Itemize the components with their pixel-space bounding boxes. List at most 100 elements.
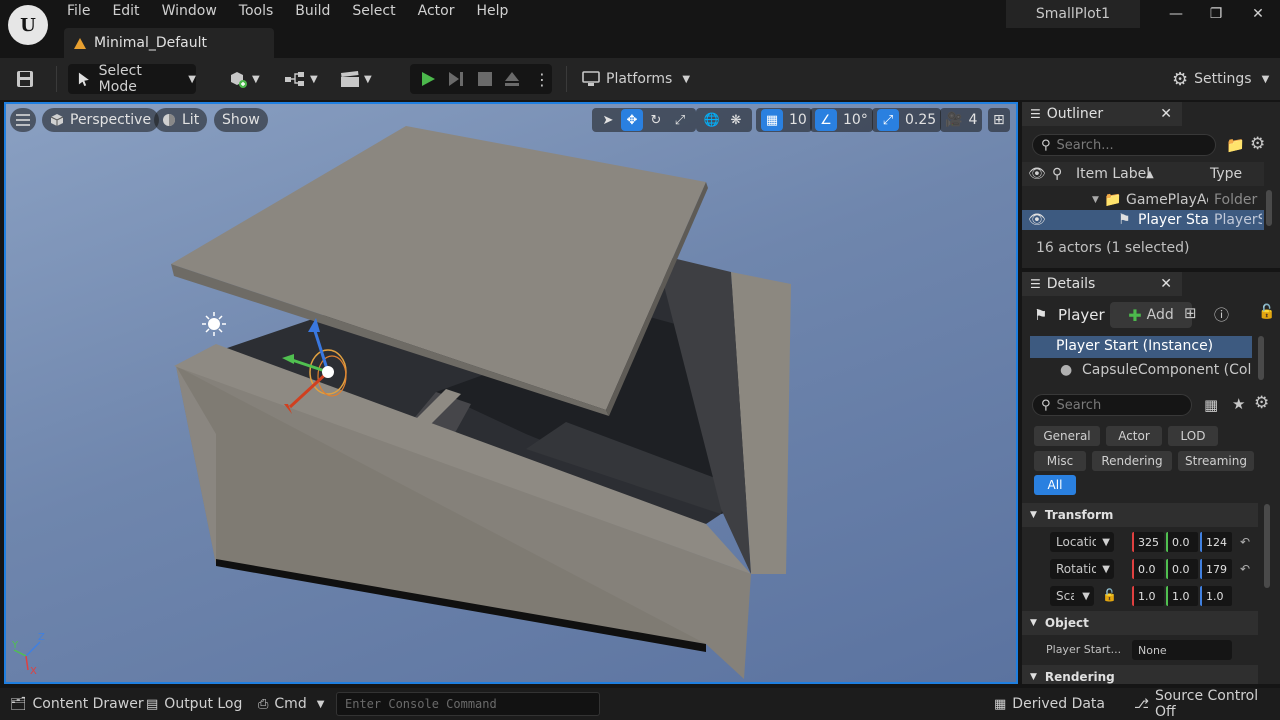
scale-snap-control[interactable]: ⤢ 0.25 [872,108,942,132]
menu-build[interactable]: Build [284,0,341,24]
menu-actor[interactable]: Actor [407,0,466,24]
details-search[interactable]: ⚲ Search [1032,394,1192,416]
table-view-icon[interactable]: ▦ [1204,396,1218,414]
select-tool-icon[interactable]: ➤ [597,109,619,131]
add-component-button[interactable]: ✚ Add [1110,302,1192,328]
select-mode-dropdown[interactable]: Select Mode ▼ [68,63,196,95]
visibility-icon[interactable]: 👁 [1028,212,1046,228]
derived-data-button[interactable]: ▦ Derived Data [994,688,1105,720]
component-row-capsule[interactable]: ● CapsuleComponent (CollisionCylinder) [1030,360,1252,382]
details-tab[interactable]: ☰ Details ✕ [1022,272,1182,296]
menu-select[interactable]: Select [341,0,406,24]
maximize-icon[interactable]: ❐ [1206,4,1226,24]
details-scrollbar[interactable] [1264,504,1270,588]
viewport-layout-icon[interactable]: ⊞ [988,108,1010,132]
show-button[interactable]: Show [214,108,268,132]
cmd-dropdown[interactable]: ⎙ Cmd ▼ [258,688,324,720]
outliner-row-folder[interactable]: ▼ 📁 GamePlayActors Folder [1022,190,1264,210]
filter-misc[interactable]: Misc [1034,451,1086,471]
lit-button[interactable]: Lit [154,108,208,132]
pin-icon[interactable]: ⚲ [1052,166,1062,182]
location-y-field[interactable]: 0.0 [1166,532,1198,552]
scale-y-field[interactable]: 1.0 [1166,586,1198,606]
world-coordinates-icon[interactable]: 🌐 [701,109,723,131]
help-icon[interactable]: ⓘ [1214,304,1229,325]
menu-help[interactable]: Help [465,0,519,24]
reset-location-icon[interactable]: ↶ [1240,535,1250,549]
scale-z-field[interactable]: 1.0 [1200,586,1232,606]
rotation-y-field[interactable]: 0.0 [1166,559,1198,579]
grid-snap-control[interactable]: ▦ 10 [756,108,812,132]
filter-all[interactable]: All [1034,475,1076,495]
filter-rendering[interactable]: Rendering [1092,451,1172,471]
rotation-z-field[interactable]: 179 [1200,559,1232,579]
play-options-icon[interactable]: ⋮ [534,70,550,89]
details-settings-icon[interactable]: ⚙ [1254,393,1269,413]
reset-rotation-icon[interactable]: ↶ [1240,562,1250,576]
move-tool-icon[interactable]: ✥ [621,109,643,131]
outliner-search[interactable]: ⚲ Search... [1032,134,1216,156]
rotation-x-field[interactable]: 0.0 [1132,559,1164,579]
scale-tool-icon[interactable]: ⤢ [669,109,691,131]
filter-lod[interactable]: LOD [1168,426,1218,446]
scale-x-field[interactable]: 1.0 [1132,586,1164,606]
type-header[interactable]: Type [1210,166,1242,182]
object-section-header[interactable]: ▼ Object [1022,611,1258,635]
rendering-section-header[interactable]: ▼ Rendering [1022,665,1258,684]
add-folder-icon[interactable]: 📁 [1226,136,1245,154]
save-button[interactable] [16,64,38,94]
rotation-dropdown[interactable]: Rotation ▼ [1050,559,1114,579]
blueprint-button[interactable]: ▼ [284,64,324,94]
close-details-icon[interactable]: ✕ [1160,276,1172,292]
outliner-tab[interactable]: ☰ Outliner ✕ [1022,102,1182,126]
menu-window[interactable]: Window [151,0,228,24]
outliner-row-player-start[interactable]: 👁 ⚑ Player Start PlayerStart [1022,210,1264,230]
menu-tools[interactable]: Tools [228,0,285,24]
settings-button[interactable]: ⚙ Settings ▼ [1172,64,1269,94]
location-z-field[interactable]: 124 [1200,532,1232,552]
platforms-dropdown[interactable]: Platforms ▼ [582,64,690,94]
visibility-icon[interactable]: 👁 [1028,166,1046,182]
console-input[interactable]: Enter Console Command [336,692,600,716]
blueprint-icon[interactable]: ⊞ [1184,304,1197,322]
minimize-icon[interactable]: — [1166,4,1186,24]
outliner-settings-icon[interactable]: ⚙ [1250,134,1265,154]
level-tab[interactable]: Minimal_Default [64,28,274,58]
menu-edit[interactable]: Edit [101,0,150,24]
rotation-snap-control[interactable]: ∠ 10° [810,108,873,132]
expand-arrow-icon[interactable]: ▼ [1092,195,1099,205]
close-outliner-icon[interactable]: ✕ [1160,106,1172,122]
close-icon[interactable]: ✕ [1248,4,1268,24]
rotate-tool-icon[interactable]: ↻ [645,109,667,131]
eject-icon[interactable] [504,71,520,91]
level-viewport[interactable]: Perspective Lit Show ➤ ✥ ↻ ⤢ 🌐 ❋ ▦ 10 ∠ … [4,102,1018,684]
components-scrollbar[interactable] [1258,336,1264,380]
cinematics-button[interactable]: ▼ [340,64,380,94]
filter-general[interactable]: General [1034,426,1100,446]
outliner-scrollbar[interactable] [1266,190,1272,226]
content-drawer-button[interactable]: 🗂 Content Drawer [10,688,144,720]
source-control-button[interactable]: ⎇ Source Control Off [1134,688,1280,720]
skip-frame-icon[interactable] [448,71,464,91]
scale-dropdown[interactable]: Scale ▼ [1050,586,1094,606]
stop-icon[interactable] [478,72,492,90]
add-actor-button[interactable]: ▼ [228,64,268,94]
actor-name[interactable]: Player [1058,306,1105,324]
player-start-tag-field[interactable]: None [1132,640,1232,660]
perspective-button[interactable]: Perspective [42,108,160,132]
location-x-field[interactable]: 325 [1132,532,1164,552]
transform-section-header[interactable]: ▼ Transform [1022,503,1258,527]
star-icon[interactable]: ★ [1232,395,1245,413]
filter-streaming[interactable]: Streaming [1178,451,1254,471]
play-icon[interactable] [420,71,436,91]
scale-lock-icon[interactable]: 🔓 [1102,588,1117,602]
menu-file[interactable]: File [56,0,101,24]
component-row-instance[interactable]: Player Start (Instance) [1030,336,1252,358]
filter-actor[interactable]: Actor [1106,426,1162,446]
item-label-header[interactable]: Item Label [1076,166,1150,182]
location-dropdown[interactable]: Location ▼ [1050,532,1114,552]
surface-snap-icon[interactable]: ❋ [725,109,747,131]
unreal-logo-icon[interactable]: U [8,5,48,45]
output-log-button[interactable]: ▤ Output Log [146,688,242,720]
lock-icon[interactable]: 🔓 [1258,304,1275,320]
